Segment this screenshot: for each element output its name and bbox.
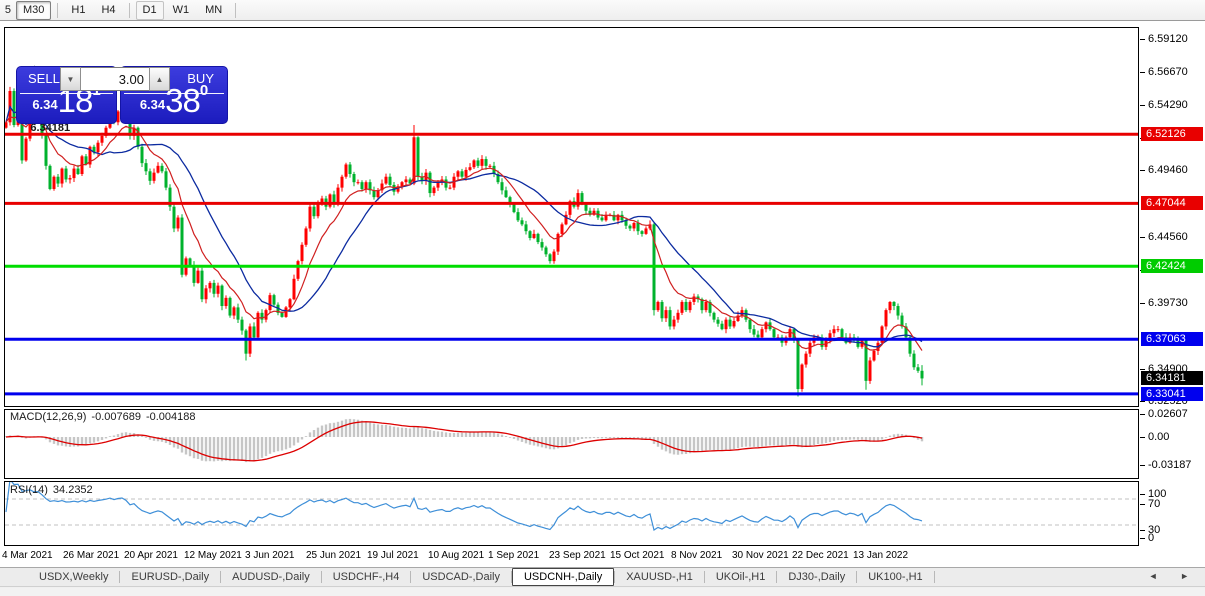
rsi-value: 34.2352	[53, 484, 93, 496]
price-axis-tick-mark	[1140, 369, 1145, 370]
date-axis-label: 4 Mar 2021	[2, 550, 53, 561]
volume-input[interactable]: 3.00	[81, 67, 149, 91]
tab-uk100-h1[interactable]: UK100-,H1	[857, 568, 933, 586]
price-axis-tick-mark	[1140, 72, 1145, 73]
date-axis-label: 22 Dec 2021	[792, 550, 849, 561]
price-axis-tick-mark	[1140, 39, 1145, 40]
date-axis-label: 19 Jul 2021	[367, 550, 419, 561]
macd-main-value: -0.007689	[91, 411, 141, 423]
date-axis-label: 25 Jun 2021	[306, 550, 361, 561]
macd-axis-tick: 0.00	[1148, 431, 1169, 443]
buy-price-big: 38	[165, 82, 200, 119]
date-axis-label: 30 Nov 2021	[732, 550, 789, 561]
tab-usdx-weekly[interactable]: USDX,Weekly	[28, 568, 119, 586]
terminal-window: 5M30 H1H4 D1W1MN ▲ USDCNH-,Daily 6.34738 6…	[0, 0, 1205, 596]
price-axis-tick: 6.44560	[1148, 231, 1188, 243]
current-price-label: 6.34181	[1141, 371, 1203, 385]
date-axis-label: 3 Jun 2021	[245, 550, 295, 561]
tab-usdcnh-daily[interactable]: USDCNH-,Daily	[512, 568, 614, 586]
rsi-indicator-label: RSI(14) 34.2352	[10, 484, 98, 496]
tab-separator	[934, 571, 935, 583]
price-level-label: 6.52126	[1141, 127, 1203, 141]
date-axis-label: 13 Jan 2022	[853, 550, 908, 561]
price-axis-tick-mark	[1140, 170, 1145, 171]
price-axis-tick: 6.49460	[1148, 164, 1188, 176]
price-axis-tick: 6.39730	[1148, 297, 1188, 309]
timeframe-button-h1[interactable]: H1	[64, 1, 92, 20]
price-level-label: 6.42424	[1141, 259, 1203, 273]
price-axis-tick-mark	[1140, 105, 1145, 106]
macd-title: MACD(12,26,9)	[10, 411, 86, 423]
date-axis-label: 26 Mar 2021	[63, 550, 119, 561]
macd-axis-tick: -0.03187	[1148, 459, 1191, 471]
timeframe-button-m30[interactable]: M30	[16, 1, 51, 20]
buy-price-pipette: 0	[200, 82, 208, 99]
price-axis-tick: 6.54290	[1148, 99, 1188, 111]
tab-usdcad-daily[interactable]: USDCAD-,Daily	[411, 568, 511, 586]
macd-signal-value: -0.004188	[146, 411, 196, 423]
rsi-axis-tick: 70	[1148, 498, 1160, 510]
timeframe-toolbar: 5M30 H1H4 D1W1MN	[0, 0, 1205, 21]
timeframe-button-mn[interactable]: MN	[198, 1, 229, 20]
rsi-axis-tick-mark	[1140, 504, 1145, 505]
volume-decrease-button[interactable]: ▼	[60, 67, 81, 91]
one-click-trade-panel: SELL 6.34181 BUY 6.34380 ▼ 3.00 ▲	[16, 66, 228, 124]
date-axis-label: 23 Sep 2021	[549, 550, 606, 561]
macd-axis-tick-mark	[1140, 414, 1145, 415]
macd-indicator-label: MACD(12,26,9) -0.007689 -0.004188	[10, 411, 201, 423]
price-axis-tick: 6.59120	[1148, 33, 1188, 45]
symbol-tab-bar: USDX,WeeklyEURUSD-,DailyAUDUSD-,DailyUSD…	[0, 567, 1205, 587]
rsi-axis-tick-mark	[1140, 494, 1145, 495]
date-axis-label: 1 Sep 2021	[488, 550, 539, 561]
toolbar-divider	[235, 3, 236, 18]
price-level-label: 6.33041	[1141, 387, 1203, 401]
timeframe-button-d1[interactable]: D1	[136, 1, 164, 20]
tab-eurusd-daily[interactable]: EURUSD-,Daily	[120, 568, 220, 586]
toolbar-divider	[129, 3, 130, 18]
date-axis-label: 20 Apr 2021	[124, 550, 178, 561]
macd-axis-tick: 0.02607	[1148, 408, 1188, 420]
tab-ukoil-h1[interactable]: UKOil-,H1	[705, 568, 777, 586]
chart-window: ▲ USDCNH-,Daily 6.34738 6.35156 6.33670 …	[0, 21, 1205, 567]
macd-axis-tick-mark	[1140, 465, 1145, 466]
rsi-axis-tick-mark	[1140, 538, 1145, 539]
tab-dj30-daily[interactable]: DJ30-,Daily	[777, 568, 856, 586]
date-axis-label: 15 Oct 2021	[610, 550, 664, 561]
date-axis-label: 8 Nov 2021	[671, 550, 722, 561]
tab-audusd-daily[interactable]: AUDUSD-,Daily	[221, 568, 321, 586]
date-axis-label: 10 Aug 2021	[428, 550, 484, 561]
timeframe-button-w1[interactable]: W1	[166, 1, 197, 20]
macd-axis-tick-mark	[1140, 437, 1145, 438]
price-axis-tick-mark	[1140, 237, 1145, 238]
rsi-title: RSI(14)	[10, 484, 48, 496]
price-axis-tick-mark	[1140, 303, 1145, 304]
tab-xauusd-h1[interactable]: XAUUSD-,H1	[615, 568, 704, 586]
price-level-label: 6.47044	[1141, 196, 1203, 210]
date-axis-label: 12 May 2021	[184, 550, 242, 561]
toolbar-divider	[57, 3, 58, 18]
rsi-axis-tick-mark	[1140, 530, 1145, 531]
volume-spinner: ▼ 3.00 ▲	[60, 67, 170, 91]
rsi-axis-tick: 0	[1148, 532, 1154, 544]
price-axis-tick-mark	[1140, 401, 1145, 402]
tab-usdchf-h4[interactable]: USDCHF-,H4	[322, 568, 411, 586]
timeframe-button-5[interactable]: 5	[1, 1, 14, 20]
status-strip	[0, 588, 1205, 596]
timeframe-button-h4[interactable]: H4	[94, 1, 122, 20]
price-level-label: 6.37063	[1141, 332, 1203, 346]
sell-price-prefix: 6.34	[32, 97, 57, 112]
buy-price-prefix: 6.34	[140, 97, 165, 112]
price-axis-tick: 6.56670	[1148, 66, 1188, 78]
volume-increase-button[interactable]: ▲	[149, 67, 170, 91]
tab-scroll-arrows[interactable]: ◄ ►	[1149, 571, 1199, 581]
